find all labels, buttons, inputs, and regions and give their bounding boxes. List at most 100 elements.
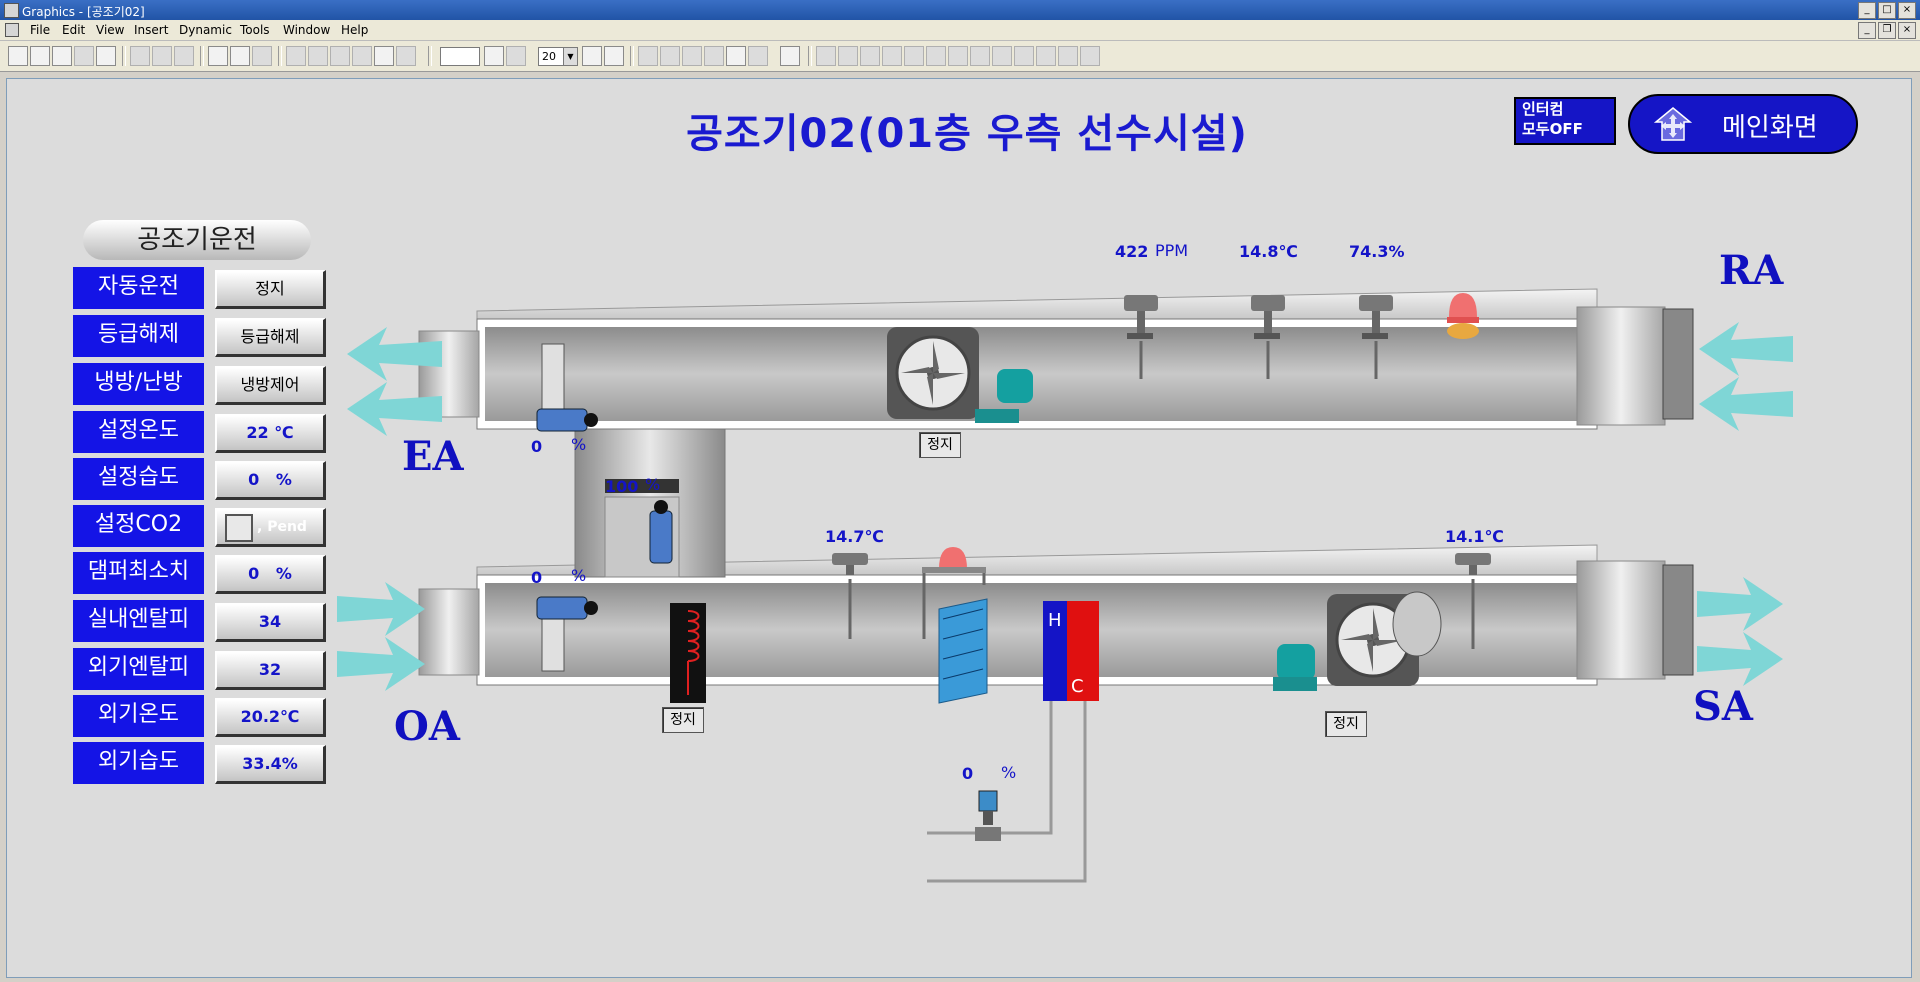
draw-b-icon[interactable]: [604, 46, 624, 66]
window-controls: _ □ ×: [1858, 2, 1916, 19]
minimize-icon[interactable]: _: [1858, 2, 1876, 19]
co2-value: 422: [1115, 242, 1149, 261]
line-style-select[interactable]: [440, 47, 480, 66]
align-e-icon[interactable]: [726, 46, 746, 66]
window-titlebar: Graphics - [공조기02] _ □ ×: [0, 0, 1920, 20]
cut-icon[interactable]: [130, 46, 150, 66]
zoom-value: 20: [542, 50, 556, 63]
sa-label: SA: [1693, 683, 1753, 730]
ahu-diagram: H C: [337, 288, 1793, 883]
size-b-icon[interactable]: [860, 46, 880, 66]
size-h-icon[interactable]: [992, 46, 1012, 66]
key-icon[interactable]: [74, 46, 94, 66]
filter-icon: [938, 598, 988, 704]
tool-c-icon[interactable]: [330, 46, 350, 66]
window-title: Graphics - [공조기02]: [22, 5, 145, 19]
pointer-icon[interactable]: [484, 46, 504, 66]
coil-piping: [927, 701, 1087, 883]
open-icon[interactable]: [30, 46, 50, 66]
oa-damper-unit: %: [571, 566, 587, 585]
menu-help[interactable]: Help: [341, 23, 368, 37]
app-icon: [4, 3, 19, 18]
return-humidity-value: 74.3%: [1349, 242, 1405, 261]
hc-coil-icon: H C: [1043, 601, 1099, 701]
save-icon[interactable]: [52, 46, 72, 66]
supply-fan-status[interactable]: 정지: [1325, 711, 1367, 737]
open-display-icon[interactable]: [208, 46, 228, 66]
zoom-select[interactable]: 20 ▼: [538, 47, 578, 66]
menu-file[interactable]: File: [30, 23, 50, 37]
back-icon[interactable]: [374, 46, 394, 66]
size-f-icon[interactable]: [948, 46, 968, 66]
menu-view[interactable]: View: [96, 23, 124, 37]
mdi-controls: _ ❐ ×: [1858, 22, 1916, 39]
ea-damper-unit: %: [571, 435, 587, 454]
document-icon: [5, 23, 19, 37]
move-icon[interactable]: [816, 46, 836, 66]
oa-arrows-icon: [337, 582, 425, 691]
menu-window[interactable]: Window: [283, 23, 330, 37]
menu-dynamic[interactable]: Dynamic: [179, 23, 232, 37]
ea-label: EA: [402, 433, 464, 480]
link-icon[interactable]: [252, 46, 272, 66]
align-f-icon[interactable]: [748, 46, 768, 66]
control-valve-icon: [975, 790, 1001, 841]
oa-damper-value: 0: [531, 568, 543, 587]
mixing-damper-value: 100: [605, 477, 639, 496]
graphics-canvas: 공조기02(01층 우측 선수시설) 인터컴 모두OFF 메인화면 공조기운전 …: [6, 78, 1912, 978]
return-fan-status[interactable]: 정지: [919, 432, 961, 458]
size-d-icon[interactable]: [904, 46, 924, 66]
size-k-icon[interactable]: [1058, 46, 1078, 66]
size-e-icon[interactable]: [926, 46, 946, 66]
mdi-minimize-icon[interactable]: _: [1858, 22, 1876, 39]
copy-icon[interactable]: [152, 46, 172, 66]
oa-damper-housing: [418, 588, 480, 676]
align-a-icon[interactable]: [638, 46, 658, 66]
close-icon[interactable]: ×: [1898, 2, 1916, 19]
ea-damper-value: 0: [531, 437, 543, 456]
size-a-icon[interactable]: [838, 46, 858, 66]
mdi-close-icon[interactable]: ×: [1898, 22, 1916, 39]
home-display-icon[interactable]: [230, 46, 250, 66]
align-c-icon[interactable]: [682, 46, 702, 66]
tool-a-icon[interactable]: [286, 46, 306, 66]
tool-d-icon[interactable]: [352, 46, 372, 66]
draw-a-icon[interactable]: [582, 46, 602, 66]
menu-edit[interactable]: Edit: [62, 23, 85, 37]
tool-b-icon[interactable]: [308, 46, 328, 66]
paste-icon[interactable]: [174, 46, 194, 66]
grid-icon[interactable]: [506, 46, 526, 66]
oa-label: OA: [394, 703, 460, 750]
ra-arrows-icon: [1699, 322, 1793, 431]
size-g-icon[interactable]: [970, 46, 990, 66]
valve-unit: %: [1001, 763, 1017, 782]
size-l-icon[interactable]: [1080, 46, 1100, 66]
size-i-icon[interactable]: [1014, 46, 1034, 66]
heat-coil-label: H: [1048, 610, 1062, 631]
mixing-damper-unit: %: [645, 475, 661, 494]
sa-arrows-icon: [1697, 577, 1783, 686]
mdi-restore-icon[interactable]: ❐: [1878, 22, 1896, 39]
return-temp-value: 14.8℃: [1239, 242, 1298, 261]
new-icon[interactable]: [8, 46, 28, 66]
preheater-status[interactable]: 정지: [662, 707, 704, 733]
return-duct: [418, 288, 1694, 430]
size-c-icon[interactable]: [882, 46, 902, 66]
chevron-down-icon: ▼: [563, 48, 577, 65]
print-icon[interactable]: [96, 46, 116, 66]
help-tool-icon[interactable]: [780, 46, 800, 66]
ea-louver: [541, 343, 565, 417]
valve-value: 0: [962, 764, 974, 783]
forward-icon[interactable]: [396, 46, 416, 66]
cool-coil-label: C: [1071, 676, 1084, 697]
ra-label: RA: [1719, 247, 1784, 294]
maximize-icon[interactable]: □: [1878, 2, 1896, 19]
co2-unit: PPM: [1155, 241, 1189, 260]
align-d-icon[interactable]: [704, 46, 724, 66]
align-b-icon[interactable]: [660, 46, 680, 66]
menu-tools[interactable]: Tools: [240, 23, 270, 37]
menu-bar: File Edit View Insert Dynamic Tools Wind…: [0, 20, 1920, 41]
sa-filter-housing: [1576, 560, 1666, 680]
menu-insert[interactable]: Insert: [134, 23, 168, 37]
size-j-icon[interactable]: [1036, 46, 1056, 66]
